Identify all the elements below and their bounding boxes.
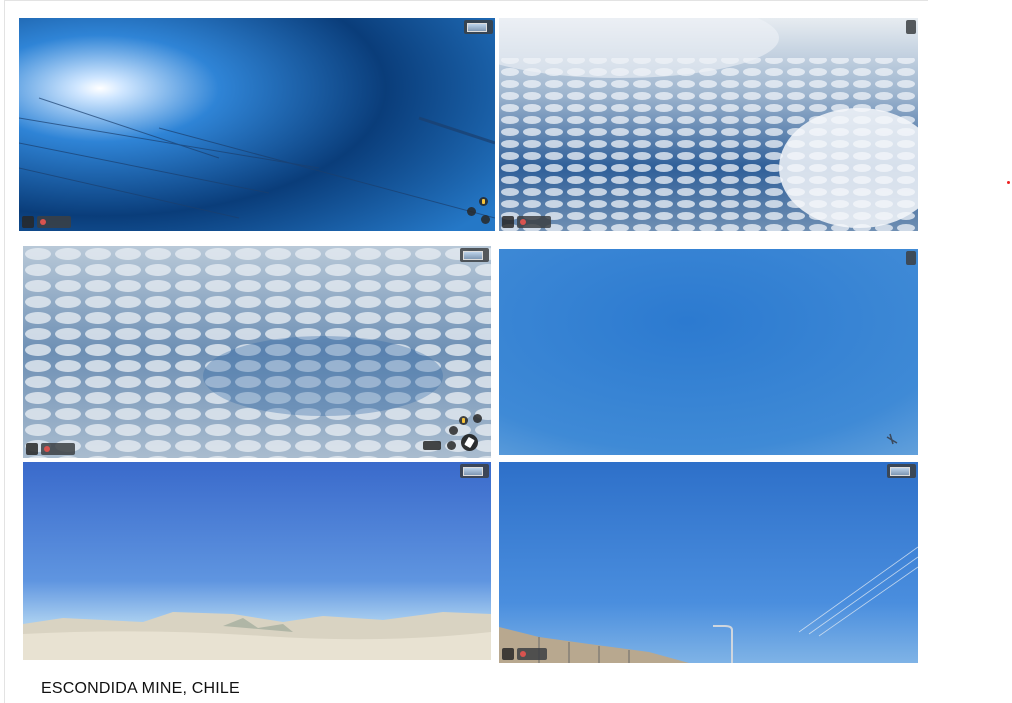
- location-chip[interactable]: [887, 464, 916, 478]
- sky-scene: [499, 18, 918, 231]
- photo-sky-powerlines-horizon: [499, 462, 918, 663]
- location-chip[interactable]: [906, 20, 916, 34]
- account-pill[interactable]: [517, 216, 551, 228]
- account-pill[interactable]: [41, 443, 75, 455]
- thumbnail-image: [463, 250, 483, 260]
- bottom-right-controls: [423, 414, 487, 454]
- location-chip[interactable]: [464, 20, 493, 34]
- close-icon[interactable]: [502, 648, 514, 660]
- thumbnail-image: [463, 466, 483, 476]
- photo-sky-altocumulus: [499, 18, 918, 231]
- bottom-left-controls: [22, 216, 71, 228]
- photo-sky-overcast-clouds: [23, 246, 491, 458]
- photo-sky-clear-blue: [499, 249, 918, 455]
- location-chip[interactable]: [460, 464, 489, 478]
- close-icon[interactable]: [22, 216, 34, 228]
- compass-icon[interactable]: [461, 434, 478, 451]
- zoom-controls[interactable]: [423, 441, 441, 450]
- photo-collage-sheet: ESCONDIDA MINE, CHILE: [4, 0, 928, 703]
- sky-scene: [19, 18, 495, 231]
- location-chip[interactable]: [460, 248, 489, 262]
- bottom-left-controls: [502, 648, 547, 660]
- bottom-left-controls: [26, 443, 75, 455]
- account-pill[interactable]: [517, 648, 547, 660]
- red-dot-marker: [1007, 181, 1010, 184]
- pegman-icon[interactable]: [459, 416, 468, 425]
- zoom-icon[interactable]: [467, 207, 476, 216]
- sky-scene: [499, 249, 918, 455]
- layers-icon[interactable]: [473, 414, 482, 423]
- thumbnail-image: [890, 466, 910, 476]
- thumbnail-image: [467, 22, 487, 32]
- compass-icon[interactable]: [481, 215, 490, 224]
- sky-scene: [23, 462, 491, 660]
- sky-scene: [23, 246, 491, 458]
- tilt-icon[interactable]: [447, 441, 456, 450]
- rotate-icon[interactable]: [449, 426, 458, 435]
- close-icon[interactable]: [26, 443, 38, 455]
- photo-sky-sun-power-lines: [19, 18, 495, 231]
- bottom-right-controls: [467, 197, 491, 227]
- location-chip[interactable]: [906, 251, 916, 265]
- collage-caption: ESCONDIDA MINE, CHILE: [41, 680, 240, 697]
- bottom-left-controls: [502, 216, 551, 228]
- sky-scene: [499, 462, 918, 663]
- photo-sky-desert-horizon: [23, 462, 491, 660]
- close-icon[interactable]: [502, 216, 514, 228]
- account-pill[interactable]: [37, 216, 71, 228]
- pegman-icon[interactable]: [479, 197, 488, 206]
